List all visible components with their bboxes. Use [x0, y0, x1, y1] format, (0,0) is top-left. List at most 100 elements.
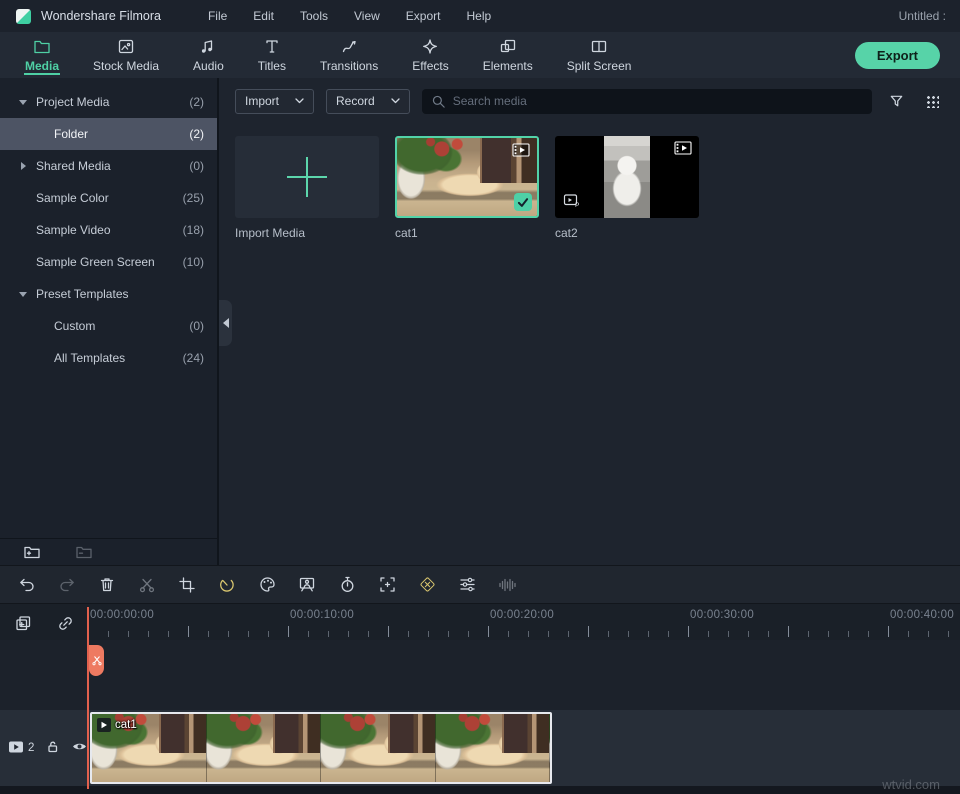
menu-edit[interactable]: Edit — [240, 9, 287, 23]
timeline-clip-cat1[interactable]: cat1 — [90, 712, 552, 784]
audio-note-icon — [199, 38, 217, 55]
import-dropdown[interactable]: Import — [235, 89, 314, 114]
track-number: 2 — [28, 742, 34, 754]
record-dropdown[interactable]: Record — [326, 89, 410, 114]
export-button[interactable]: Export — [855, 42, 940, 69]
cat2-video-preview — [604, 136, 650, 218]
track-visibility-eye-icon[interactable] — [71, 740, 88, 756]
feature-tabbar: Media Stock Media Audio Titles Transitio… — [0, 32, 960, 78]
manage-tracks-icon[interactable] — [12, 612, 34, 634]
split-scissors-icon[interactable] — [134, 572, 160, 598]
stock-media-icon — [117, 38, 135, 55]
add-folder-icon[interactable] — [20, 540, 44, 564]
menubar: Wondershare Filmora File Edit Tools View… — [0, 0, 960, 32]
transitions-icon — [340, 38, 358, 55]
link-clips-icon[interactable] — [54, 612, 76, 634]
sidebar-item-sample-green-screen[interactable]: Sample Green Screen (10) — [0, 246, 217, 278]
delete-icon[interactable] — [94, 572, 120, 598]
menu-tools[interactable]: Tools — [287, 9, 341, 23]
elements-icon — [499, 38, 517, 55]
timeline: 00:00:00:00 00:00:10:00 00:00:20:00 00:0… — [0, 603, 960, 794]
tab-titles[interactable]: Titles — [241, 32, 303, 78]
sidebar-item-folder[interactable]: Folder (2) — [0, 118, 217, 150]
redo-icon[interactable] — [54, 572, 80, 598]
import-media-card: Import Media — [235, 136, 379, 240]
filter-icon[interactable] — [884, 89, 908, 113]
crop-icon[interactable] — [174, 572, 200, 598]
playhead-line[interactable] — [87, 607, 89, 789]
project-title: Untitled : — [899, 9, 948, 23]
card-label: cat1 — [395, 226, 539, 240]
chevron-down-icon — [12, 292, 34, 297]
tab-split-screen[interactable]: Split Screen — [550, 32, 649, 78]
card-label: cat2 — [555, 226, 699, 240]
ruler-major-ticks — [88, 626, 960, 637]
clip-play-icon — [97, 718, 111, 732]
grid-view-icon[interactable] — [920, 89, 944, 113]
svg-text:P: P — [575, 202, 579, 208]
playhead-scissors-icon — [92, 655, 102, 666]
cat2-thumbnail[interactable]: P — [555, 136, 699, 218]
timeline-ruler[interactable]: 00:00:00:00 00:00:10:00 00:00:20:00 00:0… — [88, 604, 960, 640]
sidebar-footer — [0, 538, 217, 565]
titles-icon — [263, 38, 281, 55]
chevron-down-icon — [12, 100, 34, 105]
speed-icon[interactable] — [214, 572, 240, 598]
menu-file[interactable]: File — [195, 9, 240, 23]
card-label: Import Media — [235, 226, 379, 240]
color-palette-icon[interactable] — [254, 572, 280, 598]
sidebar-item-shared-media[interactable]: Shared Media (0) — [0, 150, 217, 182]
tab-audio[interactable]: Audio — [176, 32, 241, 78]
tab-media[interactable]: Media — [8, 32, 76, 78]
motion-tracking-icon[interactable] — [374, 572, 400, 598]
menu-help[interactable]: Help — [453, 9, 504, 23]
tab-stock-media[interactable]: Stock Media — [76, 32, 176, 78]
menu-view[interactable]: View — [341, 9, 393, 23]
playhead-handle[interactable] — [89, 645, 104, 676]
sidebar-item-all-templates[interactable]: All Templates (24) — [0, 342, 217, 374]
media-card-cat1: cat1 — [395, 136, 539, 240]
tab-effects[interactable]: Effects — [395, 32, 465, 78]
sidebar-item-sample-video[interactable]: Sample Video (18) — [0, 214, 217, 246]
media-sidebar: Project Media (2) Folder (2) Shared Medi… — [0, 78, 219, 565]
proxy-clip-icon: P — [563, 193, 580, 211]
sidebar-item-custom[interactable]: Custom (0) — [0, 310, 217, 342]
collapse-left-icon — [223, 318, 229, 328]
media-folder-icon — [33, 38, 51, 55]
green-screen-icon[interactable] — [294, 572, 320, 598]
tab-transitions[interactable]: Transitions — [303, 32, 395, 78]
video-track-icon[interactable] — [8, 740, 25, 757]
tab-elements[interactable]: Elements — [466, 32, 550, 78]
effects-star-icon — [421, 38, 439, 55]
keyframe-icon[interactable] — [414, 572, 440, 598]
undo-icon[interactable] — [14, 572, 40, 598]
ruler-label: 00:00:40:00 — [890, 609, 954, 621]
track-lock-icon[interactable] — [45, 739, 60, 757]
cat1-thumbnail[interactable] — [395, 136, 539, 218]
remove-folder-icon[interactable] — [72, 540, 96, 564]
ruler-label: 00:00:00:00 — [90, 609, 154, 621]
search-input[interactable] — [453, 94, 863, 108]
plus-icon — [287, 157, 327, 197]
edit-toolbar — [0, 565, 960, 603]
timeline-body: 2 ca — [0, 640, 960, 794]
video-track-lane: 2 ca — [0, 710, 960, 786]
sidebar-collapse-handle[interactable] — [219, 300, 232, 346]
adjust-sliders-icon[interactable] — [454, 572, 480, 598]
ruler-label: 00:00:20:00 — [490, 609, 554, 621]
watermark: wtvid.com — [882, 777, 940, 792]
audio-denoise-icon[interactable] — [494, 572, 520, 598]
media-grid: Import Media cat1 — [235, 136, 944, 240]
clip-label: cat1 — [97, 718, 137, 732]
timeline-toolbar: 00:00:00:00 00:00:10:00 00:00:20:00 00:0… — [0, 603, 960, 640]
main-area: Project Media (2) Folder (2) Shared Medi… — [0, 78, 960, 565]
menu-export[interactable]: Export — [393, 9, 454, 23]
duration-timer-icon[interactable] — [334, 572, 360, 598]
sidebar-item-sample-color[interactable]: Sample Color (25) — [0, 182, 217, 214]
sidebar-item-project-media[interactable]: Project Media (2) — [0, 86, 217, 118]
import-media-tile[interactable] — [235, 136, 379, 218]
filmora-logo-icon — [16, 9, 31, 24]
timeline-bottom-strip — [0, 786, 960, 794]
sidebar-item-preset-templates[interactable]: Preset Templates — [0, 278, 217, 310]
selected-check-icon — [514, 193, 532, 211]
